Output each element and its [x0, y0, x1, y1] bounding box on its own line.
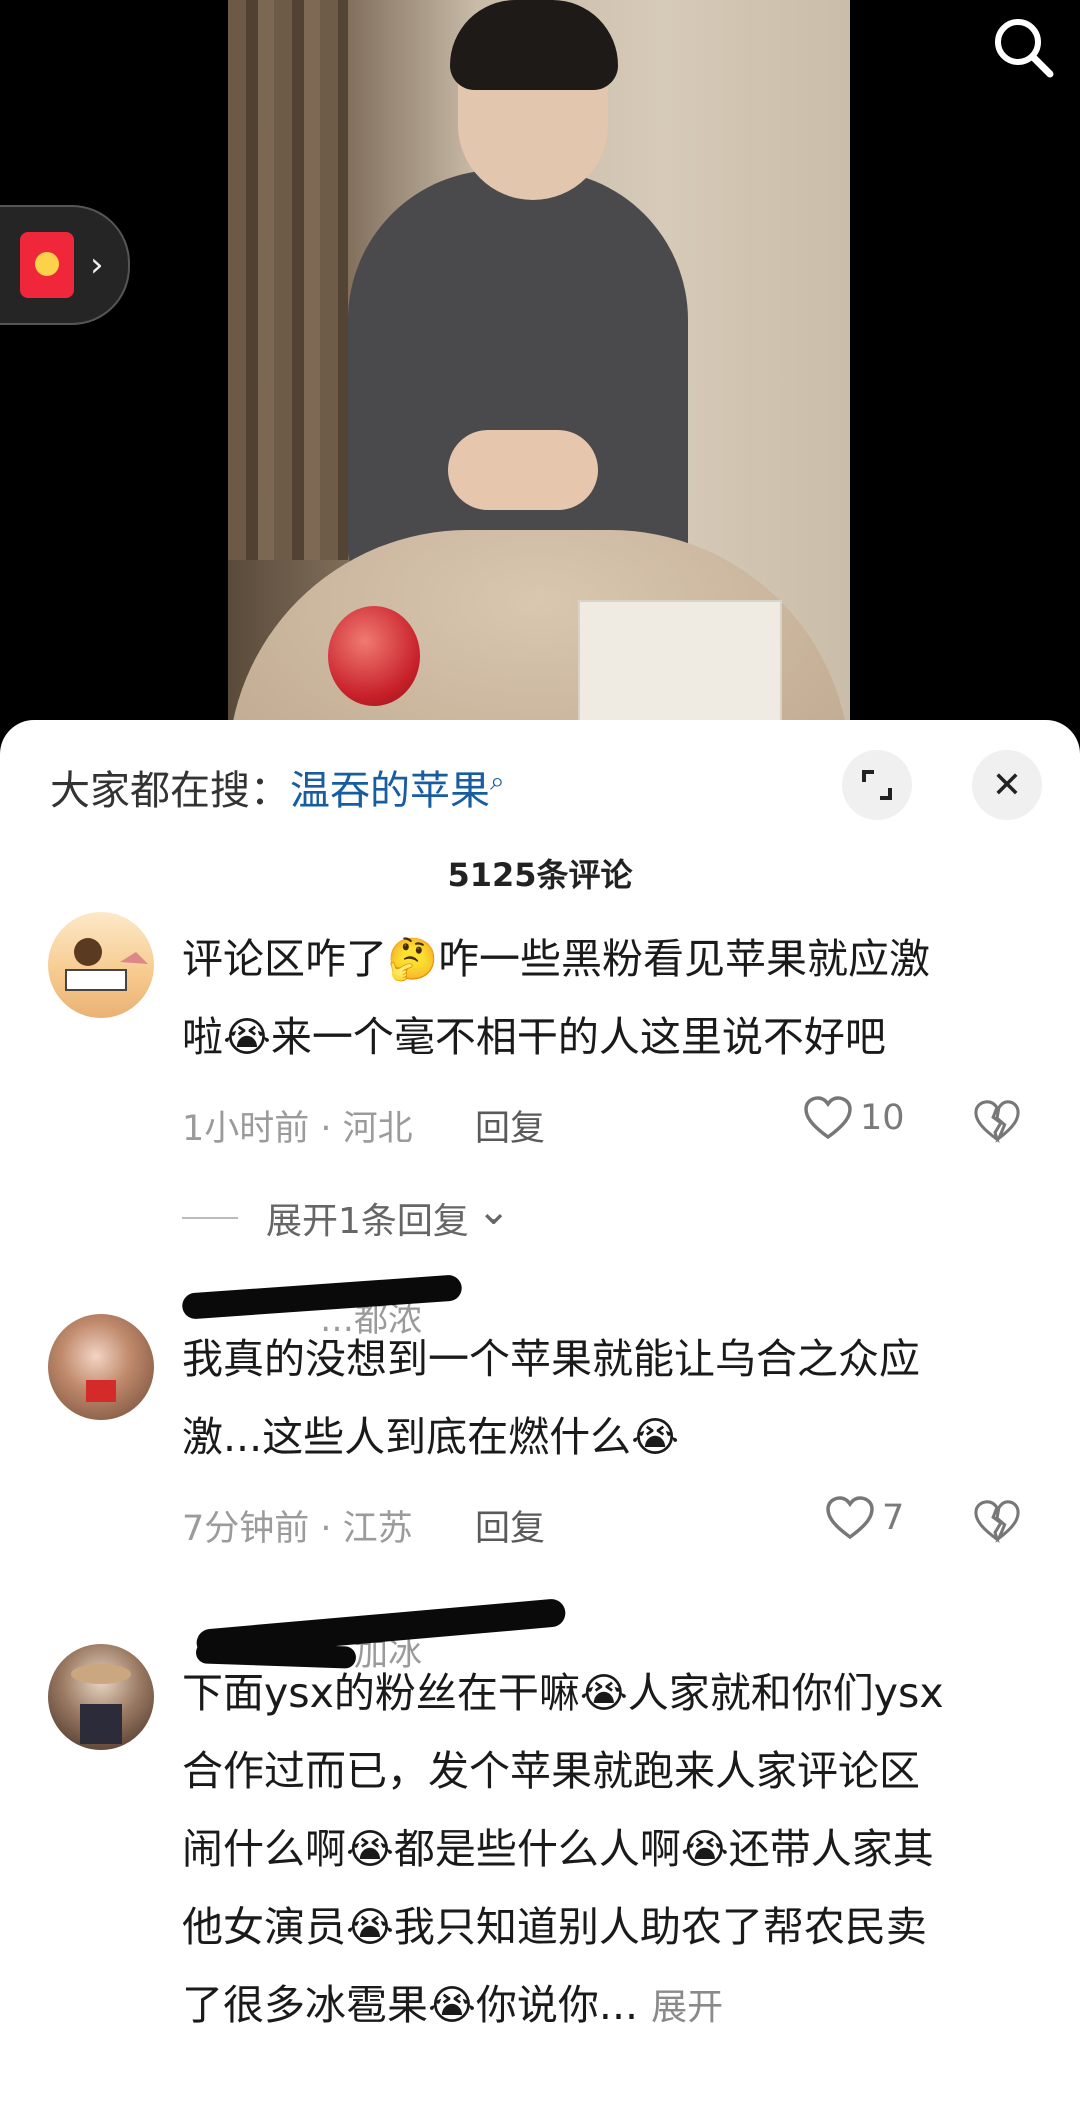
reply-button[interactable]: 回复 [475, 1500, 545, 1551]
red-envelope-icon [20, 232, 74, 298]
broken-heart-icon[interactable] [974, 1098, 1020, 1144]
search-small-icon: ⌕ [490, 766, 505, 797]
heart-icon [826, 1496, 874, 1540]
person-body [348, 170, 688, 590]
hot-search-link[interactable]: 大家都在搜：温吞的苹果⌕ [50, 758, 505, 816]
comment-sheet: 大家都在搜：温吞的苹果⌕ ✕ 5125条评论 评论区咋了🤔咋一些黑粉看见苹果就应… [0, 720, 1080, 2111]
avatar[interactable] [48, 912, 154, 1018]
avatar[interactable] [48, 1644, 154, 1750]
expand-icon [862, 770, 892, 800]
red-envelope-tab[interactable]: › [0, 205, 130, 325]
comment-meta: 7分钟前 · 江苏 [182, 1509, 413, 1549]
comment-count-title: 5125条评论 [447, 856, 633, 894]
person-hair [450, 0, 618, 90]
person-hands [448, 430, 598, 510]
expand-replies-button[interactable]: 展开1条回复 ⌄ [182, 1188, 510, 1244]
hot-search-keyword: 温吞的苹果 [290, 768, 490, 814]
comment-text: 下面ysx的粉丝在干嘛😭人家就和你们ysx 合作过而已，发个苹果就跑来人家评论区… [182, 1669, 944, 2029]
comment-text: 我真的没想到一个苹果就能让乌合之众应 激...这些人到底在燃什么😭 [182, 1335, 920, 1461]
avatar[interactable] [48, 1314, 154, 1420]
search-icon[interactable] [988, 12, 1058, 82]
video-frame[interactable] [228, 0, 850, 740]
curtain [228, 0, 348, 560]
expand-text-button[interactable]: 展开 [651, 1987, 723, 2028]
reply-button[interactable]: 回复 [475, 1100, 545, 1151]
divider [182, 1217, 238, 1219]
like-button[interactable]: 10 [804, 1096, 905, 1140]
broken-heart-icon[interactable] [974, 1498, 1020, 1544]
close-icon: ✕ [991, 764, 1023, 806]
comment-text: 评论区咋了🤔咋一些黑粉看见苹果就应激 啦😭来一个毫不相干的人这里说不好吧 [182, 935, 931, 1061]
like-count: 10 [860, 1098, 905, 1138]
chevron-down-icon: ⌄ [476, 1188, 511, 1234]
like-count: 7 [882, 1498, 905, 1538]
chevron-right-icon: › [90, 245, 104, 285]
gift-box [578, 600, 782, 740]
comment-meta: 1小时前 · 河北 [182, 1109, 413, 1149]
close-button[interactable]: ✕ [972, 750, 1042, 820]
heart-icon [804, 1096, 852, 1140]
like-button[interactable]: 7 [826, 1496, 904, 1540]
expand-button[interactable] [842, 750, 912, 820]
hot-search-prefix: 大家都在搜： [50, 768, 290, 814]
apple [328, 606, 420, 706]
